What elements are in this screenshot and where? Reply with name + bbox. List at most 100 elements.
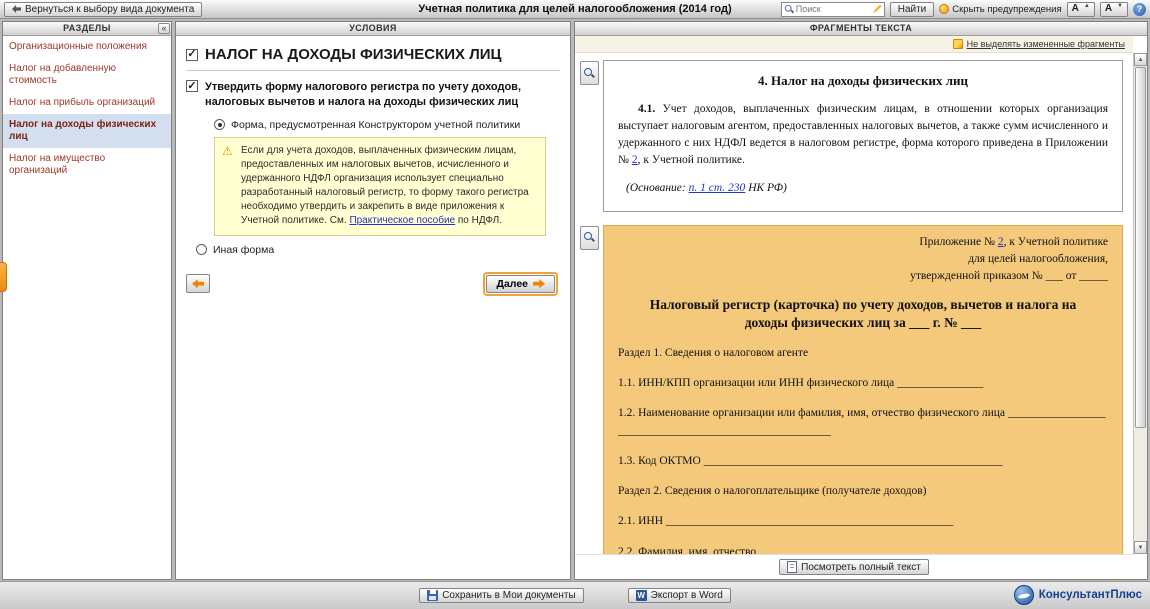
appendix-line1: Приложение № 2, к Учетной политике	[618, 234, 1108, 251]
warning-text-after: по НДФЛ.	[455, 215, 502, 226]
previous-step-button[interactable]	[186, 274, 210, 293]
other-form-radio[interactable]	[196, 244, 207, 255]
wizard-buttons-row: Далее	[186, 272, 558, 296]
back-arrow-icon	[12, 5, 21, 13]
side-panel-handle[interactable]	[0, 262, 7, 292]
fragments-scroll-region: 4. Налог на доходы физических лиц 4.1. У…	[575, 53, 1133, 554]
zoom-fragment1-button[interactable]	[580, 61, 599, 85]
sections-panel-header: РАЗДЕЛЫ «	[3, 22, 171, 36]
consultantplus-brand: КонсультантПлюс	[1014, 585, 1142, 605]
constructor-form-radio[interactable]	[214, 119, 225, 130]
section-title-row: НАЛОГ НА ДОХОДЫ ФИЗИЧЕСКИХ ЛИЦ	[186, 46, 560, 71]
fragment-ndfl-clause: 4. Налог на доходы физических лиц 4.1. У…	[603, 60, 1123, 212]
basis-suffix: НК РФ)	[745, 182, 787, 194]
condition-label: Утвердить форму налогового регистра по у…	[205, 80, 560, 110]
bottom-toolbar: Сохранить в Мои документы W Экспорт в Wo…	[0, 581, 1150, 609]
consultantplus-logo-text: КонсультантПлюс	[1039, 589, 1142, 601]
fragments-scrollbar[interactable]: ▲ ▼	[1133, 53, 1147, 554]
hide-warnings-toggle[interactable]: Скрыть предупреждения	[939, 4, 1061, 15]
sidebar-item-vat[interactable]: Налог на добавленную стоимость	[3, 58, 171, 92]
other-form-label: Иная форма	[213, 244, 274, 256]
hide-warnings-label: Скрыть предупреждения	[952, 4, 1061, 15]
font-decrease-icon: A	[1105, 4, 1112, 14]
conditions-panel: УСЛОВИЯ НАЛОГ НА ДОХОДЫ ФИЗИЧЕСКИХ ЛИЦ У…	[175, 21, 571, 580]
fragments-area: Не выделять измененные фрагменты 4. Нало…	[575, 36, 1147, 579]
practical-guide-link[interactable]: Практическое пособие	[349, 215, 455, 226]
fragment1-clause-number: 4.1.	[638, 103, 655, 115]
hide-warnings-icon	[939, 4, 949, 14]
find-button[interactable]: Найти	[890, 2, 935, 17]
font-decrease-button[interactable]: A ▼	[1100, 2, 1128, 17]
search-input[interactable]	[781, 2, 885, 17]
constructor-form-label: Форма, предусмотренная Конструктором уче…	[231, 119, 520, 131]
register-line: 2.2. Фамилия, имя, отчество ____________…	[618, 544, 1108, 554]
appendix-line1-prefix: Приложение №	[919, 236, 997, 248]
sections-panel: РАЗДЕЛЫ « Организационные положения Нало…	[2, 21, 172, 580]
appendix-header: Приложение № 2, к Учетной политике для ц…	[618, 234, 1108, 286]
top-toolbar: Вернуться к выбору вида документа Учетна…	[0, 0, 1150, 19]
warning-box: ⚠ Если для учета доходов, выплаченных фи…	[214, 137, 546, 236]
radio-row-other-form: Иная форма	[196, 244, 560, 256]
register-line: Раздел 2. Сведения о налогоплательщике (…	[618, 483, 1108, 500]
sections-header-label: РАЗДЕЛЫ	[63, 23, 111, 33]
font-increase-button[interactable]: A ▲	[1067, 2, 1095, 17]
radio-row-constructor-form: Форма, предусмотренная Конструктором уче…	[214, 119, 560, 131]
condition-checkbox[interactable]	[186, 80, 198, 92]
help-icon[interactable]: ?	[1133, 3, 1146, 16]
next-button-highlight: Далее	[483, 272, 558, 296]
warning-text: Если для учета доходов, выплаченных физи…	[241, 145, 529, 226]
toggle-highlight-link[interactable]: Не выделять измененные фрагменты	[967, 39, 1125, 49]
scroll-up-button[interactable]: ▲	[1134, 53, 1147, 66]
save-to-my-documents-button[interactable]: Сохранить в Мои документы	[419, 588, 583, 603]
magnifier-icon	[584, 232, 595, 243]
scrollbar-thumb[interactable]	[1135, 67, 1146, 428]
save-icon	[427, 590, 438, 601]
zoom-fragment2-button[interactable]	[580, 226, 599, 250]
magnifier-icon	[584, 68, 595, 79]
find-button-label: Найти	[898, 4, 927, 15]
view-full-text-label: Посмотреть полный текст	[801, 562, 921, 573]
font-increase-icon: A	[1072, 4, 1079, 14]
topbar-right-controls: Найти Скрыть предупреждения A ▲ A ▼ ?	[781, 2, 1146, 17]
export-to-word-button[interactable]: W Экспорт в Word	[628, 588, 731, 603]
fragment1-title: 4. Налог на доходы физических лиц	[618, 71, 1108, 91]
next-button-label: Далее	[496, 278, 528, 290]
view-full-text-button[interactable]: Посмотреть полный текст	[779, 559, 929, 575]
font-increase-arrow-icon: ▲	[1084, 3, 1090, 9]
fragments-toolbar: Не выделять измененные фрагменты	[575, 36, 1133, 53]
back-to-document-type-button[interactable]: Вернуться к выбору вида документа	[4, 2, 202, 17]
conditions-panel-header: УСЛОВИЯ	[176, 22, 570, 36]
highlighter-icon	[953, 39, 963, 49]
search-box	[781, 2, 885, 17]
sidebar-item-personal-income-tax[interactable]: Налог на доходы физических лиц	[3, 114, 171, 148]
fragment1-basis: (Основание: п. 1 ст. 230 НК РФ)	[618, 180, 1108, 197]
word-icon: W	[636, 590, 647, 601]
fragment1-paragraph: 4.1. Учет доходов, выплаченных физически…	[618, 101, 1108, 170]
fragment-tax-register: Приложение № 2, к Учетной политике для ц…	[603, 225, 1123, 554]
condition-row: Утвердить форму налогового регистра по у…	[186, 80, 560, 110]
register-line: 1.2. Наименование организации или фамили…	[618, 405, 1108, 440]
article-230-link[interactable]: п. 1 ст. 230	[689, 182, 746, 194]
fragment1-text-after: , к Учетной политике.	[638, 154, 745, 166]
fragments-panel-header: ФРАГМЕНТЫ ТЕКСТА	[575, 22, 1147, 36]
next-step-arrow-icon	[533, 279, 545, 288]
register-line: 1.3. Код ОКТМО _________________________…	[618, 453, 1108, 470]
register-line: Раздел 1. Сведения о налоговом агенте	[618, 345, 1108, 362]
back-step-arrow-icon	[192, 279, 204, 288]
next-step-button[interactable]: Далее	[486, 275, 555, 293]
warning-icon: ⚠	[222, 143, 233, 160]
back-button-label: Вернуться к выбору вида документа	[25, 4, 194, 15]
consultantplus-logo-icon	[1014, 585, 1034, 605]
register-line: 2.1. ИНН _______________________________…	[618, 513, 1108, 530]
search-icon	[785, 4, 794, 13]
sidebar-item-org-provisions[interactable]: Организационные положения	[3, 36, 171, 58]
view-full-text-row: Посмотреть полный текст	[575, 554, 1133, 579]
section-checkbox[interactable]	[186, 49, 198, 61]
sidebar-item-property-tax[interactable]: Налог на имущество организаций	[3, 148, 171, 182]
fragments-panel: ФРАГМЕНТЫ ТЕКСТА Не выделять измененные …	[574, 21, 1148, 580]
sidebar-item-profit-tax[interactable]: Налог на прибыль организаций	[3, 92, 171, 114]
conditions-body: НАЛОГ НА ДОХОДЫ ФИЗИЧЕСКИХ ЛИЦ Утвердить…	[176, 36, 570, 579]
collapse-sections-button[interactable]: «	[158, 23, 170, 34]
register-line: 1.1. ИНН/КПП организации или ИНН физичес…	[618, 375, 1108, 392]
scroll-down-button[interactable]: ▼	[1134, 541, 1147, 554]
